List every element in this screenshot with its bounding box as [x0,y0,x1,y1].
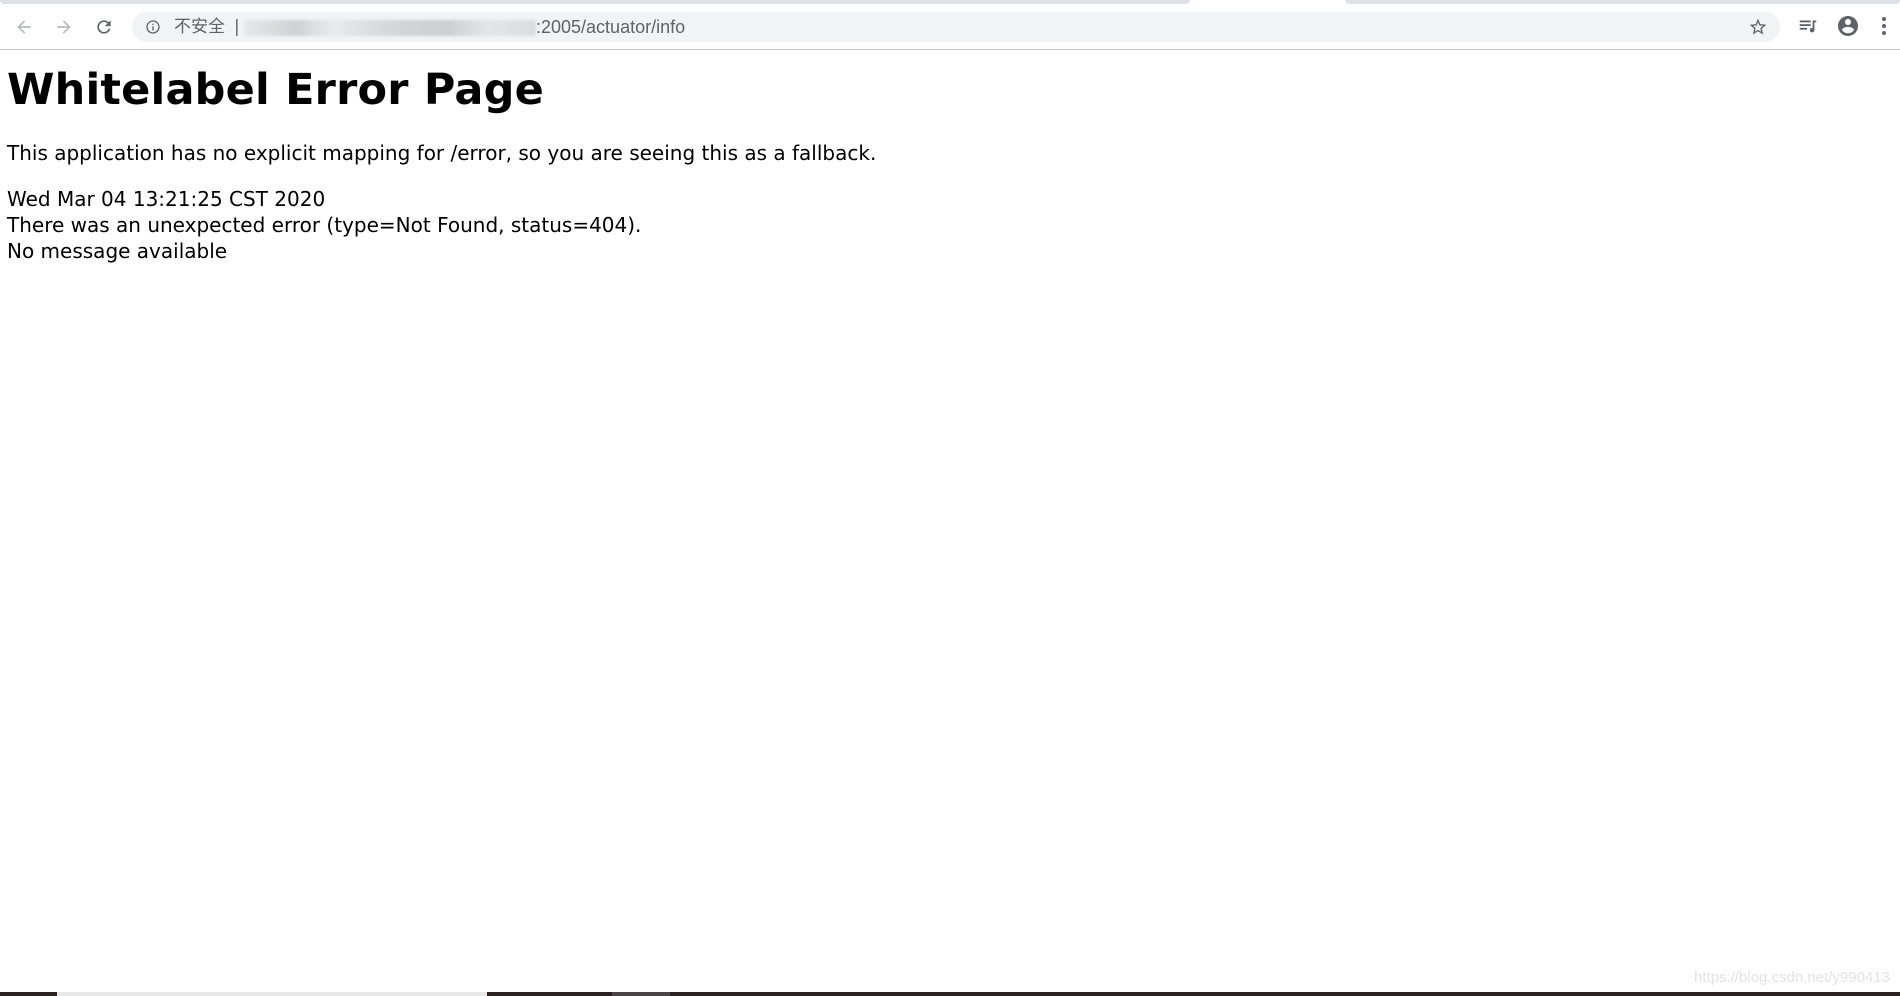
forward-arrow-icon [54,17,74,37]
error-description: This application has no explicit mapping… [7,141,877,165]
reload-icon [94,17,114,37]
taskbar-segment-dark [612,992,670,996]
forward-button[interactable] [48,11,80,43]
profile-button[interactable] [1836,16,1860,40]
redacted-host [244,20,536,36]
url-text[interactable]: :2005/actuator/info [536,12,685,42]
browser-toolbar: 不安全 | :2005/actuator/info [0,5,1900,50]
address-separator: | [234,17,240,37]
media-playlist-icon [1797,15,1819,41]
back-arrow-icon [14,17,34,37]
star-icon[interactable] [1748,17,1768,37]
page-title: Whitelabel Error Page [7,65,544,115]
browser-menu-button[interactable] [1876,16,1892,40]
taskbar-segment [57,992,487,996]
reload-button[interactable] [88,11,120,43]
info-icon[interactable] [145,19,161,35]
security-label[interactable]: 不安全 [174,12,225,42]
error-timestamp: Wed Mar 04 13:21:25 CST 2020 [7,187,326,211]
error-message: No message available [7,239,228,263]
back-button[interactable] [8,11,40,43]
inactive-tab-edge[interactable] [0,0,1190,4]
error-details: Wed Mar 04 13:21:25 CST 2020 There was a… [7,186,641,264]
inactive-tab-edge-right[interactable] [1345,0,1900,4]
more-vert-icon [1876,15,1892,41]
watermark: https://blog.csdn.net/y990413 [1694,969,1890,986]
account-icon [1836,14,1860,42]
address-bar[interactable]: 不安全 | :2005/actuator/info [132,12,1780,42]
taskbar-edge [0,992,1900,996]
media-controls-button[interactable] [1796,16,1820,40]
error-status-line: There was an unexpected error (type=Not … [7,213,642,237]
